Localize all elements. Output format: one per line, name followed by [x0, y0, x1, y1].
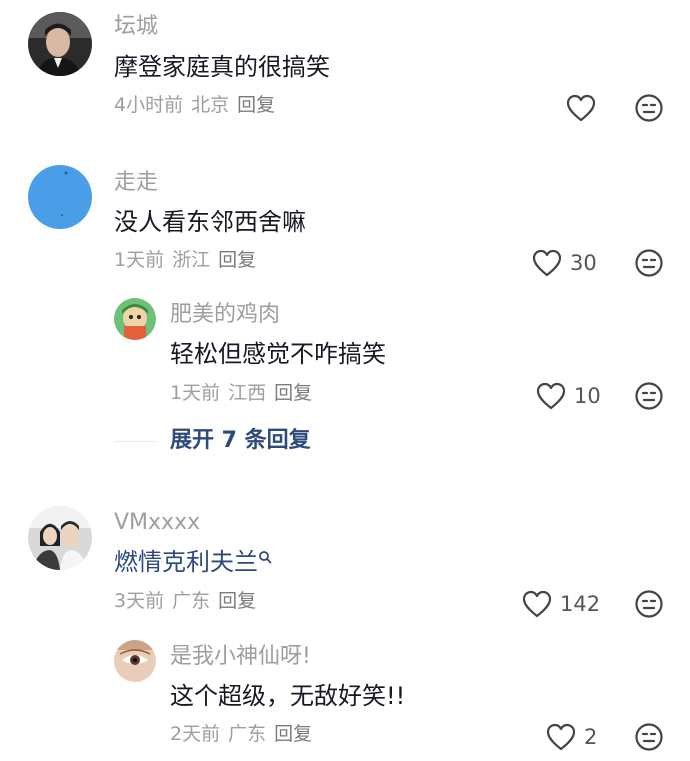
reply-meta: 2天前 广东 回复 [170, 725, 320, 744]
comment-time: 3天前 [114, 590, 165, 612]
expand-replies-button[interactable]: 展开 7 条回复 [170, 430, 311, 452]
reply-meta: 1天前 江西 回复 [170, 384, 320, 403]
comment-meta: 1天前 浙江 回复 [114, 251, 264, 270]
comment-author[interactable]: 走走 [114, 172, 158, 194]
reply-time: 1天前 [170, 382, 221, 404]
avatar[interactable] [114, 298, 156, 340]
reply-text: 这个超级，无敌好笑!! [170, 682, 406, 710]
like-button[interactable]: 2 [546, 722, 597, 752]
comment-meta: 4小时前 北京 回复 [114, 96, 283, 115]
dislike-button[interactable] [634, 248, 664, 278]
avatar[interactable] [28, 165, 92, 229]
reply-button[interactable]: 回复 [218, 249, 256, 271]
reply-button[interactable]: 回复 [274, 382, 312, 404]
reply-author[interactable]: 是我小神仙呀! [170, 646, 311, 668]
reply-time: 2天前 [170, 723, 221, 745]
comment-text: 没人看东邻西舍嘛 [114, 208, 306, 236]
dislike-face-icon [635, 382, 663, 410]
like-button[interactable]: 10 [536, 381, 601, 411]
heart-icon [546, 723, 576, 751]
reply-button[interactable]: 回复 [237, 94, 275, 116]
comment-meta: 3天前 广东 回复 [114, 592, 264, 611]
comment-location: 北京 [191, 94, 230, 116]
comment-text: 摩登家庭真的很搞笑 [114, 53, 330, 81]
dislike-button[interactable] [634, 722, 664, 752]
reply-author[interactable]: 肥美的鸡肉 [170, 304, 280, 326]
heart-icon [566, 94, 596, 122]
comment-time: 1天前 [114, 249, 165, 271]
like-count: 30 [570, 250, 597, 275]
like-button[interactable]: 142 [522, 589, 600, 619]
avatar[interactable] [28, 12, 92, 76]
expand-divider [114, 441, 156, 442]
dislike-face-icon [635, 94, 663, 122]
reply-text: 轻松但感觉不咋搞笑 [170, 340, 386, 368]
comment-author[interactable]: 坛城 [114, 16, 158, 38]
comment-location: 广东 [172, 590, 211, 612]
dislike-button[interactable] [634, 381, 664, 411]
avatar[interactable] [114, 640, 156, 682]
reply-button[interactable]: 回复 [274, 723, 312, 745]
like-count: 2 [584, 724, 598, 749]
like-count: 10 [574, 383, 601, 408]
dislike-button[interactable] [634, 93, 664, 123]
dislike-face-icon [635, 590, 663, 618]
dislike-button[interactable] [634, 589, 664, 619]
dislike-face-icon [635, 249, 663, 277]
heart-icon [532, 249, 562, 277]
reply-location: 江西 [228, 382, 267, 404]
heart-icon [536, 382, 566, 410]
dislike-face-icon [635, 723, 663, 751]
reply-location: 广东 [228, 723, 267, 745]
heart-icon [522, 590, 552, 618]
avatar[interactable] [28, 506, 92, 570]
comment-time: 4小时前 [114, 94, 184, 116]
comment-text-link[interactable]: 燃情克利夫兰 [114, 548, 258, 576]
comment-location: 浙江 [172, 249, 211, 271]
like-button[interactable] [566, 93, 604, 123]
comment-text[interactable]: 燃情克利夫兰 [114, 550, 272, 574]
reply-button[interactable]: 回复 [218, 590, 256, 612]
comment-author[interactable]: VMxxxx [114, 512, 200, 534]
like-button[interactable]: 30 [532, 248, 597, 278]
search-icon[interactable] [258, 550, 272, 564]
like-count: 142 [560, 591, 601, 616]
